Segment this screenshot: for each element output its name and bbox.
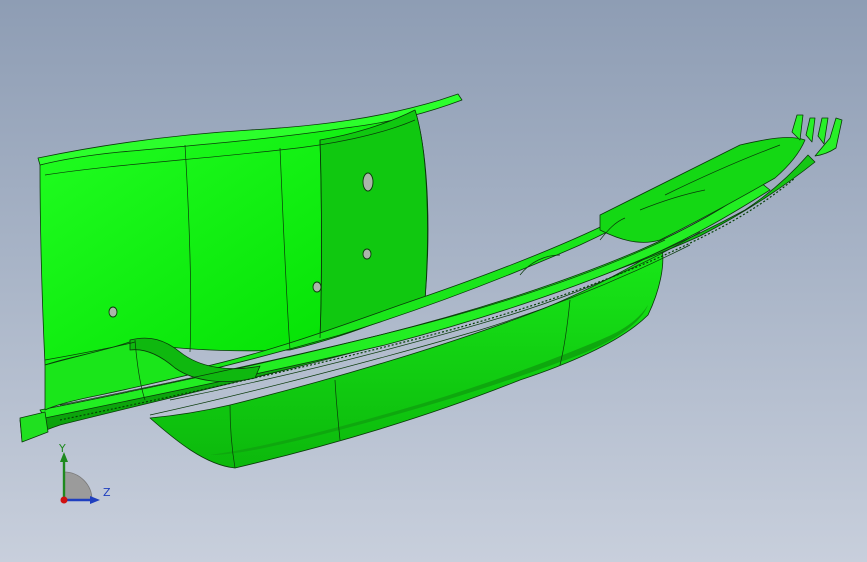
hole-round-upper xyxy=(362,248,372,260)
left-flange-lip xyxy=(19,411,49,443)
sheet-metal-part xyxy=(19,93,843,469)
z-axis-arrow xyxy=(90,496,100,504)
hole-slot xyxy=(362,172,374,192)
z-axis-label: Z xyxy=(103,486,111,499)
graphics-viewport[interactable]: Y Z xyxy=(0,0,867,562)
hole-round-left xyxy=(108,306,118,318)
triad-view-quadrant xyxy=(63,471,93,501)
cad-model-view[interactable] xyxy=(0,0,867,562)
hole-round-middle xyxy=(312,281,322,293)
end-tab-3 xyxy=(817,117,829,145)
y-axis-label: Y xyxy=(59,442,66,455)
end-tab-2 xyxy=(805,117,816,143)
end-tab-1 xyxy=(791,114,804,141)
x-axis-dot xyxy=(60,496,68,504)
